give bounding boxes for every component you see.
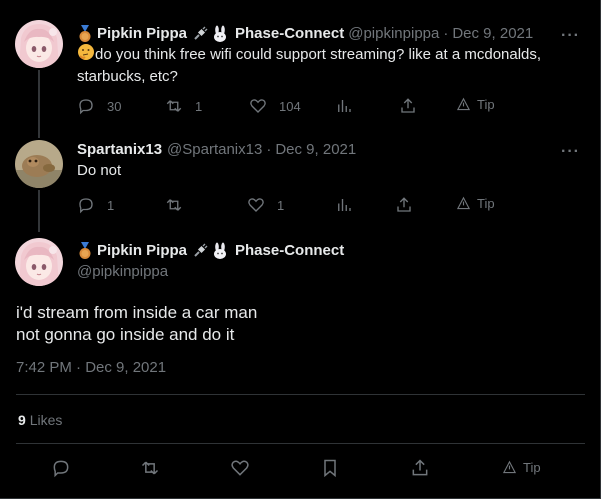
tweet1-text: do you think free wifi could support str… [77, 43, 541, 87]
like-icon [231, 460, 249, 476]
reply-icon [53, 460, 69, 478]
tweet-thread: Pipkin Pippa Phase-Connect @pipkinpippa … [0, 0, 601, 499]
separator-dot: · [266, 141, 272, 158]
main-tweet-text: i'd stream from inside a car man not gon… [16, 302, 257, 346]
like-count: 104 [279, 98, 301, 114]
tip-label: Tip [523, 460, 541, 475]
thinking-face-icon [77, 43, 95, 67]
tip-button[interactable]: Tip [456, 97, 495, 112]
avatar-spartanix[interactable] [15, 140, 63, 188]
retweet-button[interactable] [165, 196, 183, 214]
views-button[interactable] [335, 97, 353, 115]
tweet2-text: Do not [77, 162, 122, 179]
tweet1-header: Pipkin Pippa Phase-Connect @pipkinpippa … [77, 24, 533, 44]
reply-button[interactable]: 30 [77, 97, 121, 115]
thread-connector [38, 70, 40, 138]
tweet2-actions: 1 1 Tip [77, 196, 507, 216]
likes-label: Likes [29, 412, 63, 428]
rabbit-icon [214, 25, 227, 42]
separator-dot: · [443, 25, 449, 42]
display-name[interactable]: Pipkin Pippa [97, 24, 187, 44]
display-name[interactable]: Spartanix13 [77, 140, 162, 160]
thread-connector [38, 190, 40, 232]
display-name[interactable]: Pipkin Pippa [97, 241, 187, 261]
views-button[interactable] [335, 196, 353, 214]
retweet-count: 1 [195, 98, 203, 114]
like-button[interactable] [230, 458, 250, 478]
retweet-icon [166, 100, 182, 112]
display-name-suffix[interactable]: Phase-Connect [235, 24, 344, 44]
bookmark-button[interactable] [320, 458, 340, 478]
tip-button[interactable]: Tip [456, 196, 495, 211]
like-icon [250, 99, 266, 113]
bookmark-icon [324, 459, 336, 478]
share-button[interactable] [410, 458, 430, 478]
like-total: 9 [18, 412, 26, 428]
tip-button[interactable]: Tip [502, 460, 541, 475]
main-author: Pipkin Pippa Phase-Connect @pipkinpippa [77, 241, 344, 282]
like-button[interactable]: 1 [247, 196, 284, 214]
avatar-pipkin[interactable] [15, 20, 63, 68]
main-line2: not gonna go inside and do it [16, 325, 235, 344]
tip-icon [456, 196, 471, 210]
plug-icon [194, 26, 208, 40]
retweet-icon [166, 199, 182, 211]
tweet2-header: Spartanix13 @Spartanix13 · Dec 9, 2021 [77, 140, 356, 160]
reply-count: 1 [107, 197, 115, 213]
retweet-button[interactable]: 1 [165, 97, 202, 115]
tweet1-line1: do you think free wifi could support str… [95, 45, 542, 63]
share-icon [397, 197, 411, 212]
like-button[interactable]: 104 [249, 97, 301, 115]
like-icon [248, 198, 264, 212]
main-actions: Tip [0, 458, 601, 482]
reply-button[interactable]: 1 [77, 196, 114, 214]
tweet1-actions: 30 1 104 Tip [77, 97, 507, 117]
reply-icon [79, 99, 93, 115]
reply-count: 30 [107, 98, 122, 114]
share-icon [401, 98, 415, 113]
user-handle[interactable]: @Spartanix13 [167, 140, 262, 160]
reply-icon [79, 198, 93, 214]
display-name-suffix[interactable]: Phase-Connect [235, 241, 344, 261]
medal-icon [79, 25, 91, 42]
retweet-icon [141, 461, 159, 475]
reply-button[interactable] [51, 458, 71, 478]
rabbit-icon [214, 242, 227, 259]
divider [16, 394, 585, 395]
views-icon [338, 199, 351, 211]
likes-summary[interactable]: 9 Likes [18, 412, 62, 428]
user-handle[interactable]: @pipkinpippa [77, 262, 344, 282]
user-handle[interactable]: @pipkinpippa [348, 24, 439, 44]
views-icon [338, 100, 351, 112]
retweet-button[interactable] [140, 458, 160, 478]
tip-icon [502, 460, 517, 474]
tweet-date[interactable]: Dec 9, 2021 [452, 24, 533, 44]
avatar-pipkin[interactable] [15, 238, 63, 286]
plug-icon [194, 243, 208, 257]
tip-icon [456, 97, 471, 111]
divider [16, 443, 585, 444]
tip-label: Tip [477, 196, 495, 211]
tweet1-line2: starbucks, etc? [77, 68, 178, 85]
share-button[interactable] [395, 196, 413, 214]
main-line1: i'd stream from inside a car man [16, 303, 258, 322]
share-icon [412, 459, 428, 476]
tweet-date[interactable]: Dec 9, 2021 [275, 140, 356, 160]
tip-label: Tip [477, 97, 495, 112]
more-icon[interactable]: ··· [561, 28, 580, 44]
main-timestamp[interactable]: 7:42 PM · Dec 9, 2021 [16, 359, 166, 376]
medal-icon [79, 242, 91, 259]
share-button[interactable] [399, 97, 417, 115]
like-count: 1 [277, 197, 285, 213]
more-icon[interactable]: ··· [561, 144, 580, 160]
